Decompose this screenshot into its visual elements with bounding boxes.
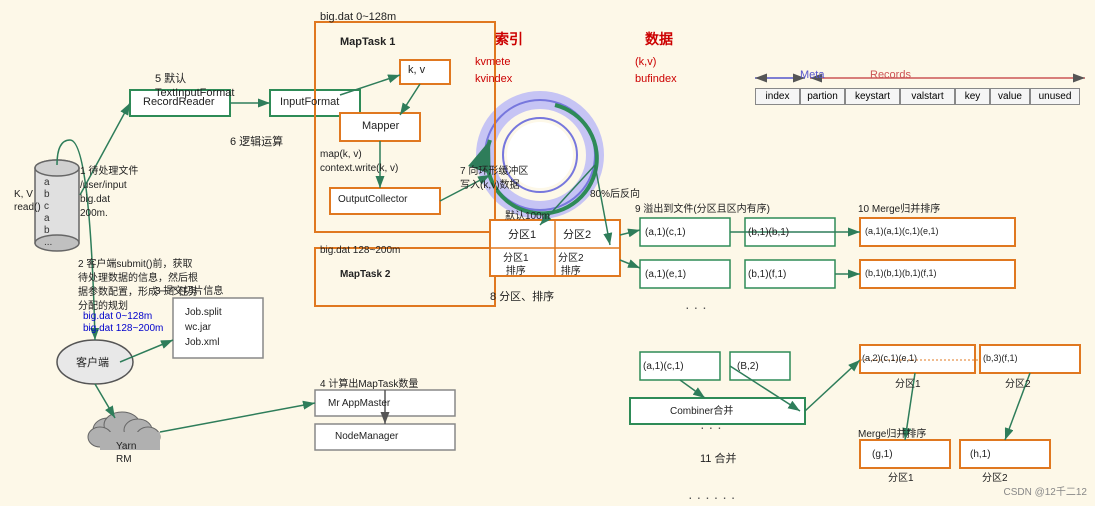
step1-label: 1 待处理文件 /user/input big.dat 200m. <box>80 165 138 221</box>
svg-text:b: b <box>44 225 50 236</box>
logic-op-label: 6 逻辑运算 <box>230 135 283 149</box>
step10-label: 10 Merge归并排序 <box>858 203 940 216</box>
bigdat-range2-label: big.dat 128~200m <box>320 244 400 257</box>
kv-box-label: k, v <box>408 63 425 77</box>
th-index: index <box>755 88 800 105</box>
combiner-result1-label: (a,2)(c,1)(e,1) <box>862 353 917 365</box>
step7-label: 7 向环形缓冲区 写入(k,v)数据 <box>460 165 528 193</box>
bigdat-range1-label: big.dat 0~128m <box>320 10 396 24</box>
default100m-label: 默认100m <box>505 210 550 223</box>
combiner-b-label: (B,2) <box>737 360 759 373</box>
merge1-a-label: (a,1)(c,1) <box>645 226 686 239</box>
svg-text:a: a <box>44 213 50 224</box>
th-value: value <box>990 88 1030 105</box>
merge-sort-label: Merge归并排序 <box>858 428 926 441</box>
map-write-label: map(k, v) context.write(k, v) <box>320 148 398 176</box>
combiner-p2-label: 分区2 <box>1005 378 1031 391</box>
maptask1-label: MapTask 1 <box>340 35 395 49</box>
th-key: key <box>955 88 990 105</box>
step8-label: 8 分区、排序 <box>490 290 554 304</box>
data-title-label: 数据 <box>645 30 673 48</box>
partition2-sort-label: 分区2 排序 <box>558 252 584 278</box>
job-files-label: Job.split wc.jar Job.xml <box>185 305 222 350</box>
combiner-a-label: (a,1)(c,1) <box>643 360 684 373</box>
nodemanager-label: NodeManager <box>335 430 398 443</box>
partition2-label: 分区2 <box>563 228 591 242</box>
footer-label: CSDN @12千二12 <box>1003 483 1087 498</box>
dots3-label: · · · · · · <box>688 488 735 506</box>
dots2-label: · · · <box>700 418 722 436</box>
final-g1-label: (g,1) <box>872 448 893 461</box>
yarn-rm-label: Yarn RM <box>116 440 136 466</box>
maptask2-label: MapTask 2 <box>340 268 390 281</box>
combiner-result2-label: (b,3)(f,1) <box>983 353 1018 365</box>
svg-text:b: b <box>44 189 50 200</box>
kvmete-label: kvmete <box>475 55 510 69</box>
merge2-b-label: (b,1)(f,1) <box>748 268 786 281</box>
final-h1-label: (h,1) <box>970 448 991 461</box>
index-title-label: 索引 <box>495 30 523 48</box>
combiner-p1-label: 分区1 <box>895 378 921 391</box>
outputcollector-label: OutputCollector <box>338 193 407 206</box>
kv-input-label: K, V read() <box>14 188 41 214</box>
svg-text:a: a <box>44 177 50 188</box>
partition1-sort-label: 分区1 排序 <box>503 252 529 278</box>
th-valstart: valstart <box>900 88 955 105</box>
svg-text:...: ... <box>44 237 52 248</box>
bufindex-label: bufindex <box>635 72 677 86</box>
meta-label: Meta <box>800 68 824 82</box>
svg-text:c: c <box>44 201 49 212</box>
combiner-label: Combiner合并 <box>670 405 733 418</box>
result-b1b1-label: (b,1)(b,1)(b,1)(f,1) <box>865 268 937 280</box>
step11-label: 11 合并 <box>700 452 736 466</box>
recordreader-label: RecordReader <box>143 95 215 109</box>
final-p1-label: 分区1 <box>888 472 914 485</box>
bigdat2-blue: big.dat 128~200m <box>83 322 163 335</box>
th-unused: unused <box>1030 88 1080 105</box>
client-label: 客户端 <box>76 356 109 370</box>
merge2-a-label: (a,1)(e,1) <box>645 268 686 281</box>
result-a1c1-label: (a,1)(a,1)(c,1)(e,1) <box>865 226 939 238</box>
appmaster-label: Mr AppMaster <box>328 397 390 410</box>
th-keystart: keystart <box>845 88 900 105</box>
dots1-label: · · · <box>685 298 707 316</box>
mapper-label: Mapper <box>362 119 399 133</box>
kv-data-label: (k,v) <box>635 55 656 69</box>
th-partion: partion <box>800 88 845 105</box>
pct80-label: 80%后反向 <box>590 188 640 201</box>
partition1-label: 分区1 <box>508 228 536 242</box>
step3-label: 3 提交切片信息 <box>155 285 223 298</box>
step4-label: 4 计算出MapTask数量 <box>320 378 418 391</box>
records-label: Records <box>870 68 911 82</box>
step9-label: 9 溢出到文件(分区且区内有序) <box>635 203 770 216</box>
kvindex-label: kvindex <box>475 72 512 86</box>
merge1-b-label: (b,1)(b,1) <box>748 226 789 239</box>
inputformat-label: InputFormat <box>280 95 339 109</box>
